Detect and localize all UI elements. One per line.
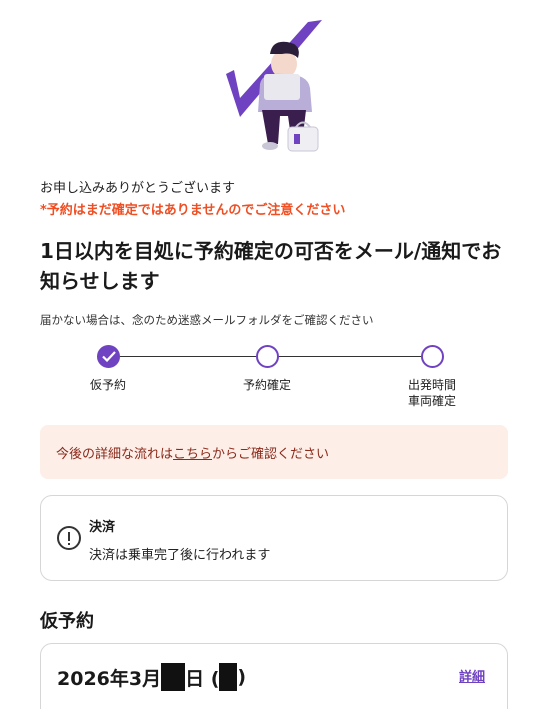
progress-stepper: 仮予約 予約確定 出発時間 車両確定 <box>0 342 539 412</box>
warning-message: *予約はまだ確定ではありませんのでご注意ください <box>40 203 346 218</box>
payment-description: 決済は乗車完了後に行われます <box>89 548 271 563</box>
step-connector <box>120 356 256 357</box>
redacted-day <box>161 663 186 691</box>
date-prefix: 2026年3月 <box>57 667 162 690</box>
exclamation-circle-icon <box>57 526 81 550</box>
step-2-label: 予約確定 <box>242 378 292 392</box>
spam-folder-note: 届かない場合は、念のため迷惑メールフォルダをご確認ください <box>40 313 374 327</box>
step-1-check-icon <box>97 345 120 368</box>
flow-info-banner: 今後の詳細な流れは こちら からご確認ください <box>40 425 508 479</box>
step-3-label-line2: 車両確定 <box>407 394 457 408</box>
step-3-circle-icon <box>421 345 444 368</box>
illustration-person-laptop <box>226 20 322 152</box>
reservation-section-title: 仮予約 <box>40 611 94 632</box>
step-2-circle-icon <box>256 345 279 368</box>
banner-suffix: からご確認ください <box>212 446 330 462</box>
hero-illustration <box>0 0 539 170</box>
booking-card: 2026年3月 日 ( ) 詳細 <box>40 643 508 709</box>
thanks-message: お申し込みありがとうございます <box>40 181 236 196</box>
banner-prefix: 今後の詳細な流れは <box>56 446 174 462</box>
payment-info-card: 決済 決済は乗車完了後に行われます <box>40 495 508 581</box>
date-day-suffix: 日 ( <box>185 667 220 690</box>
date-close: ) <box>237 666 247 688</box>
flow-details-link[interactable]: こちら <box>173 443 212 462</box>
page-headline: 1日以内を目処に予約確定の可否をメール/通知でお知らせします <box>40 239 502 293</box>
step-3-label: 出発時間 車両確定 <box>408 377 456 409</box>
booking-date: 2026年3月 日 ( ) <box>57 663 246 691</box>
step-3-label-line1: 出発時間 <box>407 378 457 392</box>
step-1-label: 仮予約 <box>89 378 127 392</box>
step-connector <box>278 356 421 357</box>
payment-title: 決済 <box>89 520 116 535</box>
booking-detail-link[interactable]: 詳細 <box>459 666 485 685</box>
redacted-weekday <box>219 663 238 691</box>
